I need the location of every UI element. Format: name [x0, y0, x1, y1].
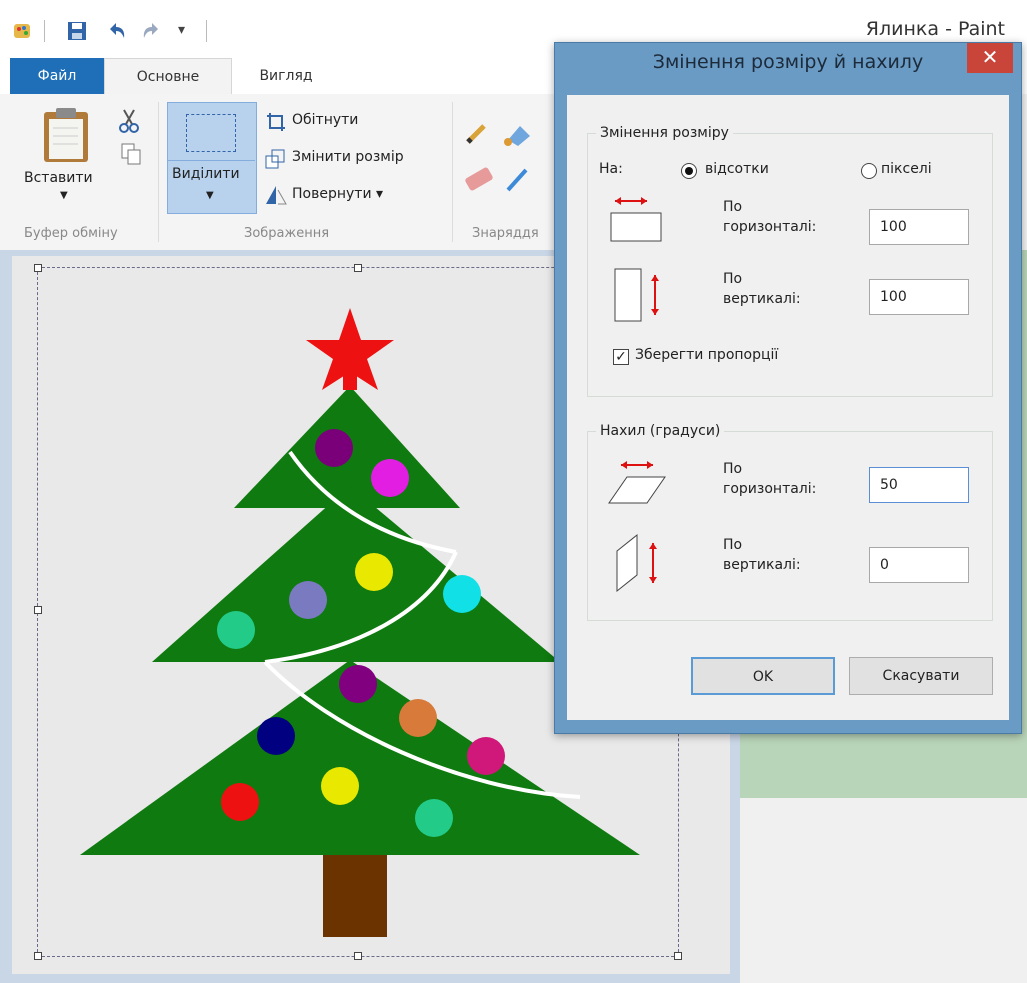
by-label: На:: [599, 161, 623, 177]
resize-vertical-label-1: По: [723, 271, 743, 287]
ornament: [415, 799, 453, 837]
cut-icon[interactable]: [118, 108, 140, 134]
paint-app-icon[interactable]: [12, 20, 34, 42]
resize-horizontal-label-1: По: [723, 199, 743, 215]
rotate-icon: [266, 186, 287, 205]
separator: [158, 102, 159, 242]
copy-icon[interactable]: [120, 142, 142, 166]
resize-skew-dialog: Змінення розміру й нахилу ✕ Змінення роз…: [554, 42, 1022, 734]
skew-vertical-input[interactable]: 0: [869, 547, 969, 583]
ornament: [321, 767, 359, 805]
crop-icon: [267, 113, 285, 131]
group-tools-label: Знаряддя: [472, 226, 539, 241]
separator: [206, 20, 207, 42]
selection-handle[interactable]: [34, 264, 42, 272]
crop-button[interactable]: Обітнути: [292, 112, 358, 128]
select-label: Виділити: [172, 166, 240, 182]
paste-button[interactable]: Вставити: [24, 170, 93, 186]
clipboard-icon[interactable]: [38, 106, 94, 164]
skew-vertical-label-2: вертикалі:: [723, 557, 801, 573]
pixels-radio[interactable]: [861, 163, 877, 179]
vertical-resize-icon: [614, 268, 659, 322]
skew-group-label: Нахил (градуси): [600, 423, 721, 439]
tab-file[interactable]: Файл: [10, 58, 104, 94]
tab-view[interactable]: Вигляд: [236, 58, 336, 94]
resize-button[interactable]: Змінити розмір: [292, 149, 404, 165]
separator: [452, 102, 453, 242]
horizontal-skew-icon: [608, 461, 666, 504]
selection-icon: [186, 114, 236, 152]
save-icon[interactable]: [66, 20, 88, 42]
skew-vertical-label-1: По: [723, 537, 743, 553]
pixels-label[interactable]: пікселі: [881, 161, 932, 177]
ornament: [257, 717, 295, 755]
skew-horizontal-label-1: По: [723, 461, 743, 477]
separator: [167, 160, 255, 161]
workspace-background: [740, 798, 1027, 983]
dialog-title: Змінення розміру й нахилу: [652, 51, 924, 73]
tree-trunk: [323, 855, 387, 937]
resize-vertical-label-2: вертикалі:: [723, 291, 801, 307]
ornament: [371, 459, 409, 497]
ornament: [217, 611, 255, 649]
selection-handle[interactable]: [354, 264, 362, 272]
ornament: [443, 575, 481, 613]
window-title: Ялинка - Paint: [865, 18, 1005, 40]
ornament: [467, 737, 505, 775]
keep-ratio-label[interactable]: Зберегти пропорції: [635, 347, 778, 363]
ornament: [339, 665, 377, 703]
cancel-button[interactable]: Скасувати: [849, 657, 993, 695]
group-clipboard-label: Буфер обміну: [24, 226, 118, 241]
ornament: [399, 699, 437, 737]
group-image-label: Зображення: [244, 226, 330, 241]
customize-quick-access-icon[interactable]: ▾: [178, 22, 185, 38]
rotate-button[interactable]: Повернути ▾: [292, 186, 383, 202]
resize-horizontal-label-2: горизонталі:: [723, 219, 817, 235]
selection-handle[interactable]: [354, 952, 362, 960]
percent-radio[interactable]: [681, 163, 697, 179]
skew-horizontal-input[interactable]: 50: [869, 467, 969, 503]
horizontal-resize-icon: [610, 197, 662, 242]
percent-label[interactable]: відсотки: [705, 161, 769, 177]
resize-group-label: Змінення розміру: [600, 125, 729, 141]
resize-horizontal-input[interactable]: 100: [869, 209, 969, 245]
selection-handle[interactable]: [34, 606, 42, 614]
tab-home[interactable]: Основне: [104, 58, 232, 96]
keep-ratio-checkbox[interactable]: ✓: [613, 349, 629, 365]
ornament: [289, 581, 327, 619]
dialog-body: Змінення розміру На: відсотки пікселі По…: [567, 95, 1009, 720]
selection-handle[interactable]: [34, 952, 42, 960]
separator: [44, 20, 45, 42]
select-dropdown-icon[interactable]: ▼: [206, 190, 214, 201]
resize-icon: [265, 149, 285, 169]
vertical-skew-icon: [616, 533, 657, 593]
tools-icons: [465, 124, 530, 192]
resize-vertical-input[interactable]: 100: [869, 279, 969, 315]
ok-button[interactable]: OK: [691, 657, 835, 695]
paste-dropdown-icon[interactable]: ▼: [60, 190, 68, 201]
ornament: [221, 783, 259, 821]
ornament: [355, 553, 393, 591]
close-button[interactable]: ✕: [967, 43, 1013, 73]
ornament: [315, 429, 353, 467]
skew-horizontal-label-2: горизонталі:: [723, 481, 817, 497]
undo-icon[interactable]: [106, 20, 128, 42]
redo-icon[interactable]: [140, 20, 162, 42]
selection-handle[interactable]: [674, 952, 682, 960]
